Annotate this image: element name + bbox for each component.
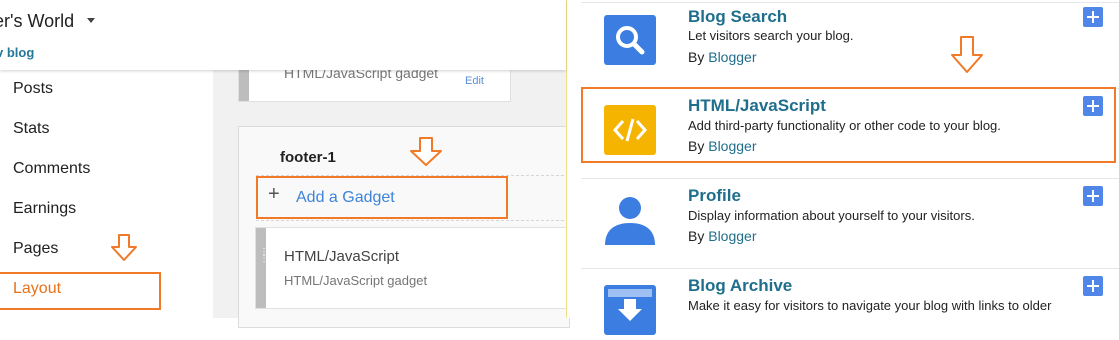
gadget-name-profile[interactable]: Profile	[688, 186, 741, 206]
down-arrow-icon	[410, 137, 442, 166]
drag-handle[interactable]	[239, 69, 249, 101]
author-link[interactable]: Blogger	[708, 49, 756, 65]
gadget-author: By Blogger	[688, 138, 757, 154]
gadget-description: Add third-party functionality or other c…	[688, 118, 1001, 133]
divider	[581, 2, 1119, 3]
add-html-javascript-button[interactable]	[1083, 96, 1103, 116]
gadget-name-blog-archive[interactable]: Blog Archive	[688, 276, 792, 296]
by-label: By	[688, 49, 705, 65]
search-icon	[604, 15, 656, 65]
gadget-card-top[interactable]: HTML/JavaScript gadget Edit	[238, 65, 511, 102]
author-link[interactable]: Blogger	[708, 228, 756, 244]
gadget-name-blog-search[interactable]: Blog Search	[688, 7, 787, 27]
grip-icon: ⋮ ⋮	[259, 247, 269, 264]
sidebar-item-comments[interactable]: Comments	[13, 160, 90, 178]
gadget-author: By Blogger	[688, 228, 757, 244]
sidebar-item-earnings[interactable]: Earnings	[13, 200, 76, 218]
gadget-card-html[interactable]: ⋮ ⋮ HTML/JavaScript HTML/JavaScript gadge…	[255, 227, 571, 309]
drag-handle[interactable]	[256, 228, 266, 308]
gadget-description: Let visitors search your blog.	[688, 28, 854, 43]
sidebar-item-stats[interactable]: Stats	[13, 120, 49, 138]
down-arrow-icon	[111, 234, 137, 261]
gadget-subtitle: HTML/JavaScript gadget	[284, 273, 428, 288]
edit-link[interactable]: Edit	[465, 75, 484, 87]
gadget-name-html-javascript[interactable]: HTML/JavaScript	[688, 96, 826, 116]
add-blog-search-button[interactable]	[1083, 7, 1103, 27]
divider	[581, 268, 1119, 269]
author-link[interactable]: Blogger	[708, 138, 756, 154]
top-bar: er's World v blog	[0, 0, 566, 70]
down-arrow-icon	[951, 36, 983, 73]
section-title: footer-1	[280, 149, 336, 166]
code-icon	[604, 105, 656, 155]
layout-highlight-box	[0, 272, 161, 310]
gadget-description: Display information about yourself to yo…	[688, 208, 975, 223]
chevron-down-icon[interactable]	[87, 18, 95, 23]
divider	[581, 178, 1119, 179]
archive-icon	[604, 285, 656, 335]
add-profile-button[interactable]	[1083, 186, 1103, 206]
view-blog-link[interactable]: v blog	[0, 45, 34, 60]
by-label: By	[688, 228, 705, 244]
add-gadget-highlight-box	[256, 176, 508, 219]
blog-title[interactable]: er's World	[0, 11, 74, 32]
sidebar-item-pages[interactable]: Pages	[13, 240, 58, 258]
gadget-description: Make it easy for visitors to navigate yo…	[688, 298, 1052, 313]
person-icon	[604, 195, 656, 245]
sidebar-item-posts[interactable]: Posts	[13, 80, 53, 98]
add-blog-archive-button[interactable]	[1083, 276, 1103, 296]
gadget-author: By Blogger	[688, 49, 757, 65]
by-label: By	[688, 138, 705, 154]
gadget-title: HTML/JavaScript	[284, 248, 400, 265]
footer-section: footer-1 + Add a Gadget ⋮ ⋮ HTML/JavaScri…	[238, 126, 571, 328]
